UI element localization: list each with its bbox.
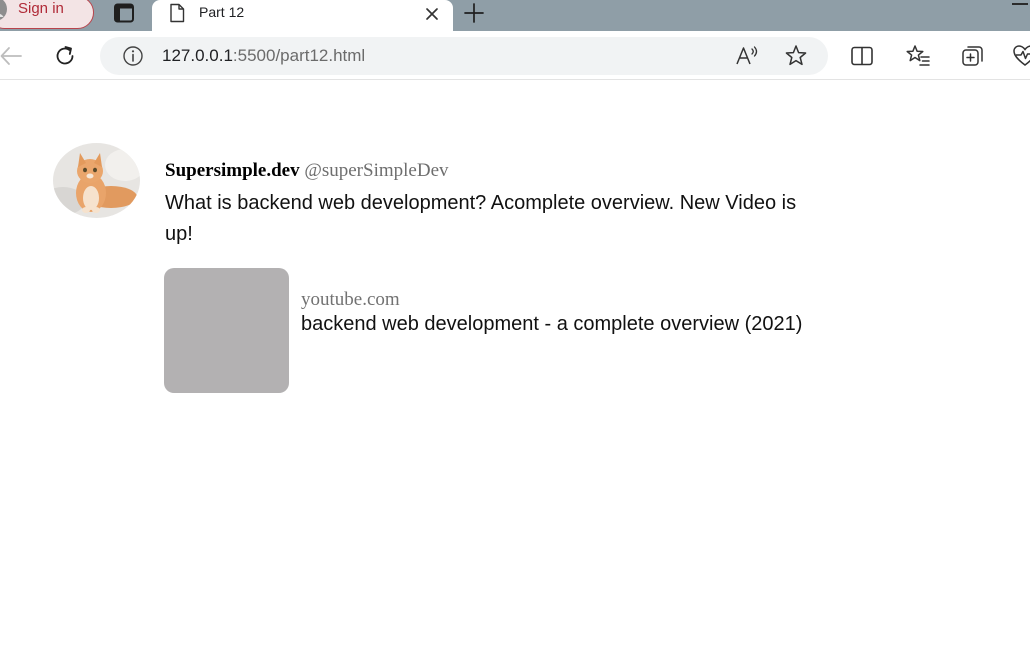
link-domain: youtube.com — [301, 289, 400, 310]
tab-title: Part 12 — [199, 4, 245, 20]
avatar[interactable] — [53, 143, 140, 218]
link-title[interactable]: backend web development - a complete ove… — [301, 313, 802, 336]
url-host: 127.0.0.1 — [162, 46, 233, 65]
browser-toolbar: 127.0.0.1:5500/part12.html — [0, 31, 1030, 80]
refresh-icon[interactable] — [52, 43, 78, 69]
profile-button[interactable]: Sign in — [0, 0, 94, 29]
info-icon[interactable] — [120, 43, 146, 69]
address-bar[interactable]: 127.0.0.1:5500/part12.html — [100, 37, 828, 75]
profile-label: Sign in — [18, 0, 64, 17]
close-icon[interactable] — [423, 5, 441, 23]
split-screen-icon[interactable] — [849, 43, 875, 69]
minimize-icon[interactable] — [1012, 3, 1028, 5]
file-icon — [170, 3, 185, 23]
link-preview[interactable]: youtube.com backend web development - a … — [164, 268, 805, 394]
tweet-text: What is backend web development? Acomple… — [165, 192, 797, 245]
tab-strip: Sign in Part 12 — [0, 0, 1030, 31]
tweet-body: Supersimple.dev @superSimpleDev What is … — [164, 160, 805, 394]
url-text[interactable]: 127.0.0.1:5500/part12.html — [162, 46, 365, 66]
person-icon — [0, 0, 7, 20]
video-thumbnail[interactable] — [164, 268, 289, 393]
read-aloud-icon[interactable] — [734, 43, 760, 69]
favorites-icon[interactable] — [905, 43, 931, 69]
back-arrow-icon[interactable] — [0, 43, 25, 69]
heartbeat-icon[interactable] — [1012, 43, 1030, 69]
author-name[interactable]: Supersimple.dev — [165, 160, 300, 181]
url-path: :5500/part12.html — [232, 46, 366, 65]
star-icon[interactable] — [783, 43, 809, 69]
tab-part-12[interactable]: Part 12 — [152, 0, 453, 31]
author-handle[interactable]: @superSimpleDev — [304, 160, 448, 181]
plus-icon[interactable] — [463, 2, 485, 24]
tweet-header: Supersimple.dev @superSimpleDev — [165, 160, 805, 182]
cat-photo-icon — [53, 143, 140, 218]
tab-actions-icon[interactable] — [111, 3, 137, 23]
collections-icon[interactable] — [960, 43, 986, 69]
